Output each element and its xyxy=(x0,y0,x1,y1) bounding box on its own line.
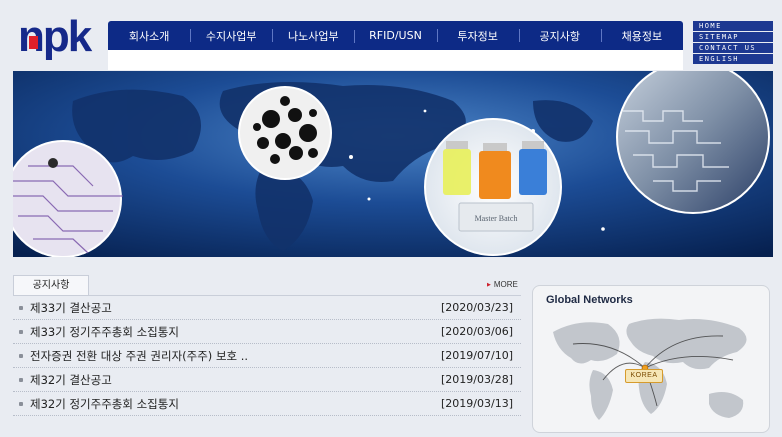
notice-title[interactable]: 전자증권 전환 대상 주권 권리자(주주) 보호 .. xyxy=(30,348,441,364)
nav-item-company[interactable]: 회사소개 xyxy=(108,28,190,44)
notice-list: 제33기 결산공고 [2020/03/23] 제33기 정기주주총회 소집통지 … xyxy=(13,296,521,416)
banner-world-map-image: Master Batch xyxy=(13,71,773,257)
contact-us-link[interactable]: CONTACT US xyxy=(693,43,773,53)
utility-navigation: HOME SITEMAP CONTACT US ENGLISH xyxy=(693,21,773,65)
notice-date: [2019/03/28] xyxy=(441,373,513,386)
main-banner: Master Batch xyxy=(13,71,773,257)
sub-navigation-bar xyxy=(108,50,683,70)
nav-item-rfid[interactable]: RFID/USN xyxy=(354,29,436,43)
notice-date: [2020/03/23] xyxy=(441,301,513,314)
notice-date: [2019/07/10] xyxy=(441,349,513,362)
global-networks-panel[interactable]: Global Networks KOREA xyxy=(532,285,770,433)
notice-title[interactable]: 제33기 결산공고 xyxy=(30,300,441,316)
notice-title[interactable]: 제33기 정기주주총회 소집통지 xyxy=(30,324,441,340)
bullet-icon xyxy=(19,377,23,382)
english-link[interactable]: ENGLISH xyxy=(693,54,773,64)
notice-item[interactable]: 제33기 결산공고 [2020/03/23] xyxy=(13,296,521,320)
more-link[interactable]: MORE xyxy=(487,280,518,289)
nav-item-nano[interactable]: 나노사업부 xyxy=(272,28,354,44)
nav-item-resin[interactable]: 수지사업부 xyxy=(190,28,272,44)
bullet-icon xyxy=(19,353,23,358)
notice-item[interactable]: 제33기 정기주주총회 소집통지 [2020/03/06] xyxy=(13,320,521,344)
notice-tab[interactable]: 공지사항 xyxy=(13,275,89,296)
notice-title[interactable]: 제32기 결산공고 xyxy=(30,372,441,388)
home-link[interactable]: HOME xyxy=(693,21,773,31)
bullet-icon xyxy=(19,305,23,310)
notice-date: [2020/03/06] xyxy=(441,325,513,338)
notice-item[interactable]: 전자증권 전환 대상 주권 권리자(주주) 보호 .. [2019/07/10] xyxy=(13,344,521,368)
notice-item[interactable]: 제32기 정기주주총회 소집통지 [2019/03/13] xyxy=(13,392,521,416)
bullet-icon xyxy=(19,329,23,334)
sitemap-link[interactable]: SITEMAP xyxy=(693,32,773,42)
nav-item-investor[interactable]: 투자정보 xyxy=(436,28,519,44)
korea-label: KOREA xyxy=(625,369,663,383)
main-navigation: 회사소개 수지사업부 나노사업부 RFID/USN 투자정보 공지사항 채용정보 xyxy=(108,21,683,50)
nav-item-careers[interactable]: 채용정보 xyxy=(600,28,683,44)
bullet-icon xyxy=(19,401,23,406)
notice-item[interactable]: 제32기 결산공고 [2019/03/28] xyxy=(13,368,521,392)
nav-item-notice[interactable]: 공지사항 xyxy=(518,28,601,44)
global-networks-title: Global Networks xyxy=(546,294,633,306)
notice-date: [2019/03/13] xyxy=(441,397,513,410)
logo-red-mark xyxy=(29,36,38,49)
notice-title[interactable]: 제32기 정기주주총회 소집통지 xyxy=(30,396,441,412)
bottle-label: Master Batch xyxy=(475,214,518,223)
